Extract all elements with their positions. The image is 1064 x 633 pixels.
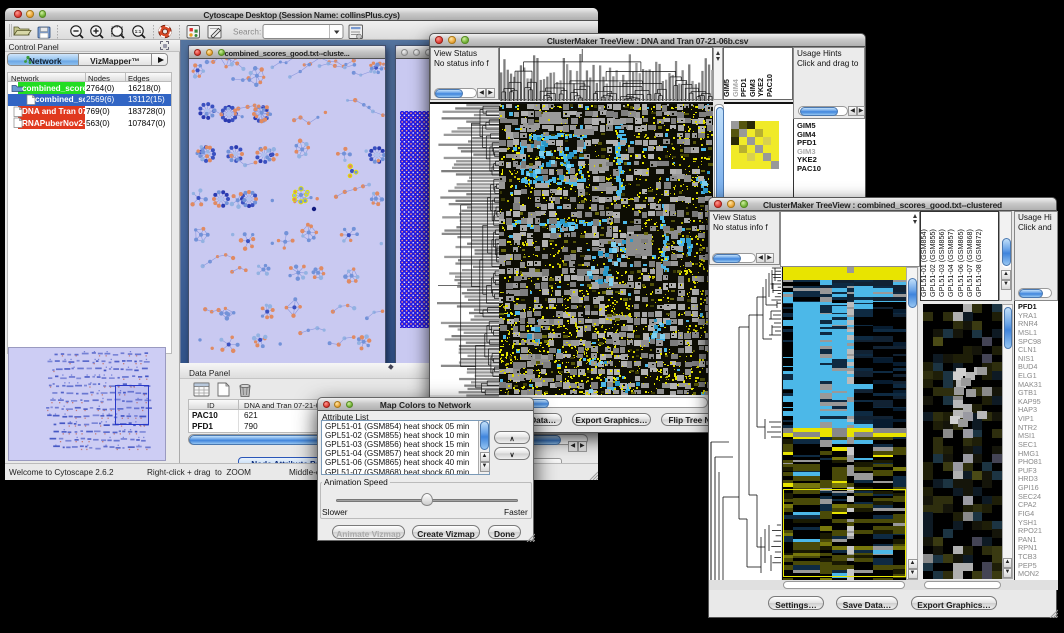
svg-text:1:1: 1:1 xyxy=(135,29,142,34)
svg-text:Search:: Search: xyxy=(233,28,261,37)
